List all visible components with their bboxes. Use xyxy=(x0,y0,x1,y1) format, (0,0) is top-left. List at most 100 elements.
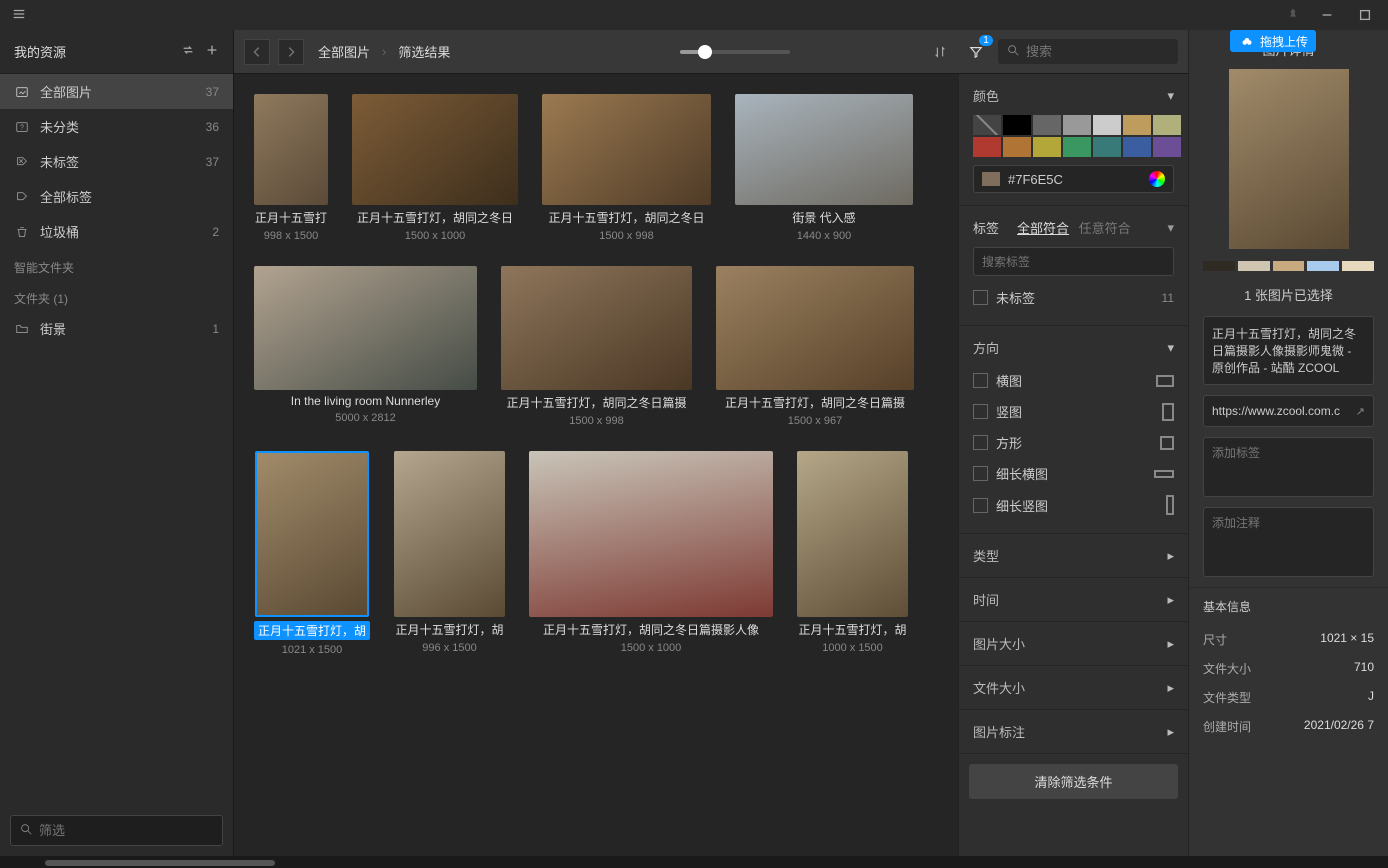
thumb-image[interactable] xyxy=(542,94,711,205)
tag-mode-any[interactable]: 任意符合 xyxy=(1079,221,1131,236)
slider-thumb[interactable] xyxy=(698,45,712,59)
details-name-field[interactable]: 正月十五雪打灯，胡同之冬日篇摄影人像摄影师鬼微 - 原创作品 - 站酷 ZCOO… xyxy=(1203,316,1374,385)
detail-color-swatch[interactable] xyxy=(1203,261,1235,271)
thumb-item[interactable]: 正月十五雪打灯，胡同之冬日篇摄1500 x 967 xyxy=(716,266,914,427)
thumb-image[interactable] xyxy=(394,451,505,617)
thumb-item[interactable]: 正月十五雪打灯，胡同之冬日篇摄影人像1500 x 1000 xyxy=(529,451,773,656)
sidebar-item-all-images[interactable]: 全部图片 37 xyxy=(0,74,233,109)
checkbox[interactable] xyxy=(973,290,988,305)
sidebar-item-all-tags[interactable]: 全部标签 xyxy=(0,179,233,214)
clear-filters-button[interactable]: 清除筛选条件 xyxy=(969,764,1178,799)
thumb-item[interactable]: 正月十五雪打灯，胡1000 x 1500 xyxy=(797,451,908,656)
swap-icon[interactable] xyxy=(181,43,195,60)
notes-input[interactable] xyxy=(1212,516,1365,530)
minimize-button[interactable] xyxy=(1312,5,1342,25)
thumb-image[interactable] xyxy=(352,94,518,205)
tag-mode-all[interactable]: 全部符合 xyxy=(1017,221,1069,236)
thumb-image[interactable] xyxy=(716,266,914,390)
color-swatch-none[interactable] xyxy=(973,115,1001,135)
thumb-item[interactable]: 正月十五雪打灯，胡1021 x 1500 xyxy=(254,451,370,656)
filter-type-header[interactable]: 类型▸ xyxy=(973,546,1174,565)
details-url-field[interactable]: https://www.zcool.com.c ↗ xyxy=(1203,395,1374,427)
filter-time-header[interactable]: 时间▸ xyxy=(973,590,1174,609)
filter-color-header[interactable]: 颜色 ▾ xyxy=(973,86,1174,105)
untagged-row[interactable]: 未标签 11 xyxy=(973,282,1174,313)
color-swatch[interactable] xyxy=(1153,137,1181,157)
filter-button[interactable]: 1 xyxy=(962,38,990,66)
nav-forward-button[interactable] xyxy=(278,39,304,65)
sidebar-item-uncategorized[interactable]: ? 未分类 36 xyxy=(0,109,233,144)
thumb-image[interactable] xyxy=(529,451,773,617)
color-swatch[interactable] xyxy=(973,137,1001,157)
search-input[interactable] xyxy=(1026,44,1170,59)
direction-row[interactable]: 细长横图 xyxy=(973,458,1174,489)
checkbox[interactable] xyxy=(973,498,988,513)
sort-button[interactable] xyxy=(926,38,954,66)
sidebar-filter-input[interactable] xyxy=(39,823,215,838)
tag-search-box[interactable] xyxy=(973,247,1174,276)
thumb-image[interactable] xyxy=(254,94,328,205)
color-swatch[interactable] xyxy=(1063,115,1091,135)
thumb-image[interactable] xyxy=(254,266,477,390)
thumb-image[interactable] xyxy=(501,266,692,390)
details-notes-field[interactable] xyxy=(1203,507,1374,577)
color-wheel-icon[interactable] xyxy=(1149,171,1165,187)
plus-icon[interactable] xyxy=(205,43,219,60)
color-swatch[interactable] xyxy=(1003,115,1031,135)
thumb-item[interactable]: 正月十五雪打灯，胡同之冬日1500 x 998 xyxy=(542,94,711,242)
thumb-item[interactable]: In the living room Nunnerley5000 x 2812 xyxy=(254,266,477,427)
tag-search-input[interactable] xyxy=(982,255,1165,269)
color-swatch[interactable] xyxy=(1123,137,1151,157)
detail-color-swatch[interactable] xyxy=(1307,261,1339,271)
details-tags-field[interactable] xyxy=(1203,437,1374,497)
sidebar-filter-search[interactable] xyxy=(10,815,223,846)
direction-row[interactable]: 细长竖图 xyxy=(973,489,1174,521)
filter-note-header[interactable]: 图片标注▸ xyxy=(973,722,1174,741)
detail-color-swatch[interactable] xyxy=(1238,261,1270,271)
nav-back-button[interactable] xyxy=(244,39,270,65)
hamburger-button[interactable] xyxy=(8,3,30,28)
color-swatch[interactable] xyxy=(1123,115,1151,135)
checkbox[interactable] xyxy=(973,466,988,481)
thumb-image[interactable] xyxy=(255,451,369,617)
hex-input-row[interactable]: #7F6E5C xyxy=(973,165,1174,193)
thumb-item[interactable]: 正月十五雪打灯，胡996 x 1500 xyxy=(394,451,505,656)
color-swatch[interactable] xyxy=(1033,137,1061,157)
checkbox[interactable] xyxy=(973,373,988,388)
thumb-item[interactable]: 街景 代入感1440 x 900 xyxy=(735,94,913,242)
color-swatch[interactable] xyxy=(1033,115,1061,135)
direction-row[interactable]: 方形 xyxy=(973,427,1174,458)
images-icon xyxy=(14,84,30,100)
sidebar-item-untagged[interactable]: 未标签 37 xyxy=(0,144,233,179)
checkbox[interactable] xyxy=(973,435,988,450)
thumb-item[interactable]: 正月十五雪打灯，胡同之冬日1500 x 1000 xyxy=(352,94,518,242)
preview-image[interactable] xyxy=(1229,69,1349,249)
thumb-item[interactable]: 正月十五雪打灯，胡同之冬日篇摄1500 x 998 xyxy=(501,266,692,427)
filter-imgsize-header[interactable]: 图片大小▸ xyxy=(973,634,1174,653)
upload-badge[interactable]: 拖拽上传 xyxy=(1230,30,1316,52)
sidebar-folder-item[interactable]: 街景 1 xyxy=(0,311,233,346)
checkbox[interactable] xyxy=(973,404,988,419)
direction-row[interactable]: 竖图 xyxy=(973,396,1174,427)
filter-direction-header[interactable]: 方向 ▾ xyxy=(973,338,1174,357)
color-swatch[interactable] xyxy=(1063,137,1091,157)
filter-filesize-header[interactable]: 文件大小▸ xyxy=(973,678,1174,697)
color-swatch[interactable] xyxy=(1093,115,1121,135)
open-link-icon[interactable]: ↗ xyxy=(1356,405,1365,418)
maximize-button[interactable] xyxy=(1350,5,1380,25)
thumbnail-size-slider[interactable] xyxy=(680,50,790,54)
color-swatch[interactable] xyxy=(1003,137,1031,157)
detail-color-swatch[interactable] xyxy=(1342,261,1374,271)
search-box[interactable] xyxy=(998,39,1178,64)
detail-color-swatch[interactable] xyxy=(1273,261,1305,271)
thumb-image[interactable] xyxy=(797,451,908,617)
pin-icon[interactable] xyxy=(1286,7,1300,24)
direction-row[interactable]: 横图 xyxy=(973,365,1174,396)
thumb-image[interactable] xyxy=(735,94,913,205)
breadcrumb-item[interactable]: 全部图片 xyxy=(318,42,370,61)
thumb-item[interactable]: 正月十五雪打998 x 1500 xyxy=(254,94,328,242)
tags-input[interactable] xyxy=(1212,446,1365,460)
color-swatch[interactable] xyxy=(1153,115,1181,135)
color-swatch[interactable] xyxy=(1093,137,1121,157)
sidebar-item-trash[interactable]: 垃圾桶 2 xyxy=(0,214,233,249)
